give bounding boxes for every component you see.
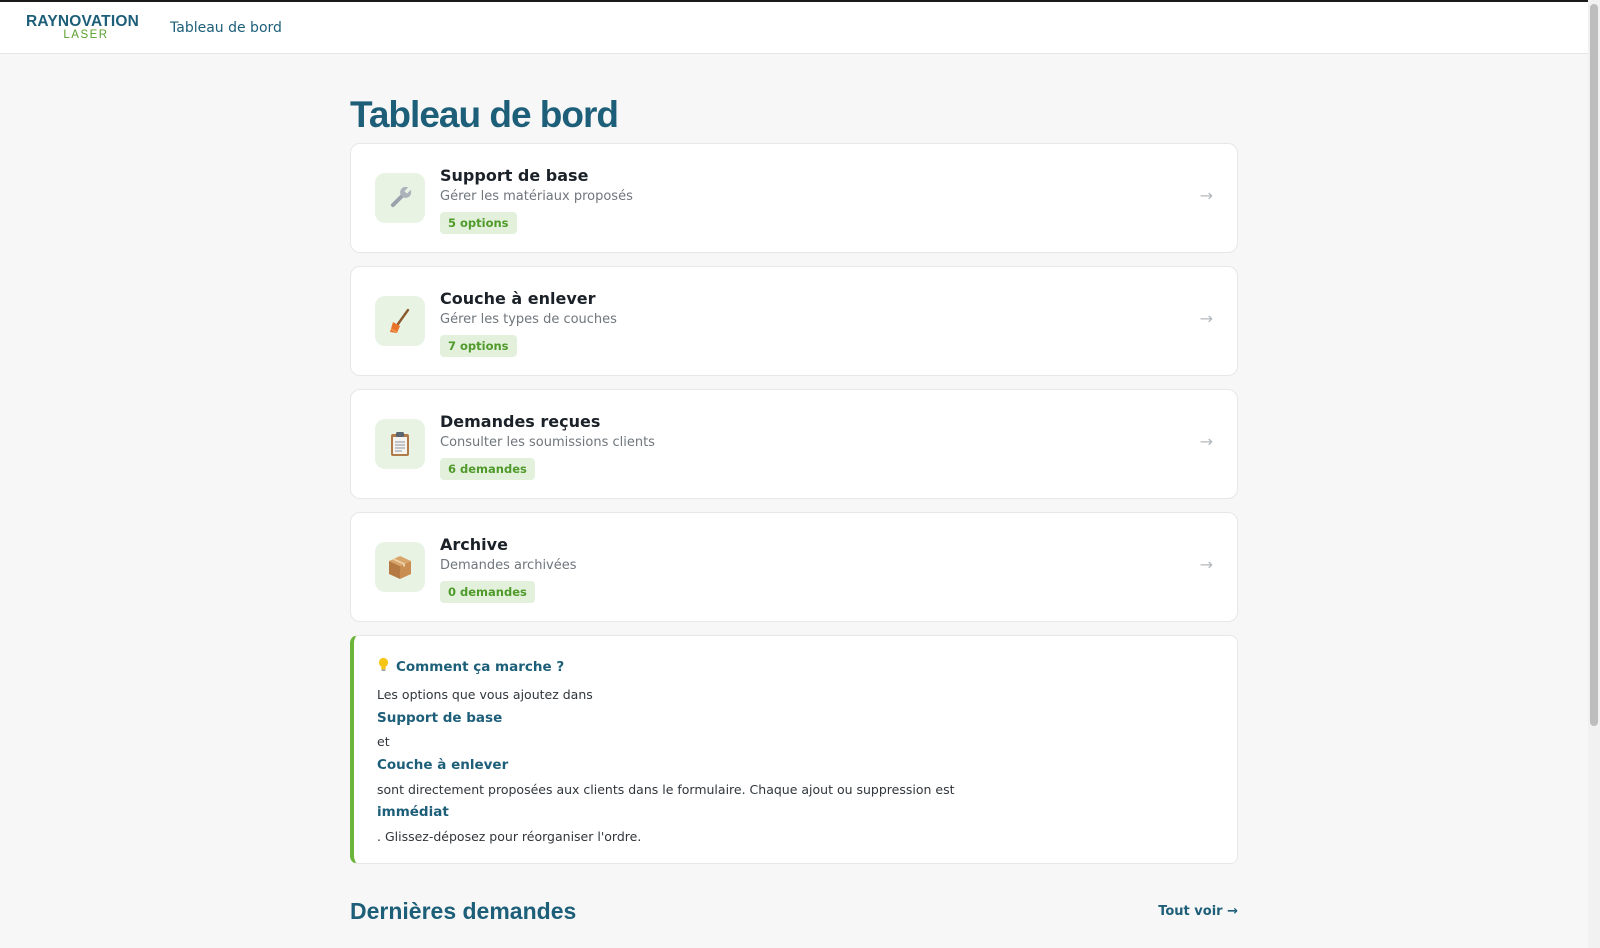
info-text: . Glissez-déposez pour réorganiser l'ord… (377, 829, 642, 845)
info-highlight: Support de base (377, 709, 503, 726)
page-scrollbar[interactable] (1588, 0, 1600, 948)
nav-link-dashboard[interactable]: Tableau de bord (170, 20, 282, 36)
count-badge: 6 demandes (440, 458, 535, 480)
card-subtitle: Gérer les matériaux proposés (440, 189, 633, 204)
card-title: Demandes reçues (440, 412, 601, 431)
card-support-de-base[interactable]: Support de base Gérer les matériaux prop… (350, 143, 1238, 253)
info-highlight: immédiat (377, 804, 449, 821)
info-body: Les options que vous ajoutez dans Suppor… (377, 683, 1177, 849)
card-title: Archive (440, 535, 508, 554)
card-demandes-recues[interactable]: Demandes reçues Consulter les soumission… (350, 389, 1238, 499)
info-header: Comment ça marche ? (377, 657, 564, 676)
card-archive[interactable]: Archive Demandes archivées 0 demandes → (350, 512, 1238, 622)
how-it-works-panel: Comment ça marche ? Les options que vous… (350, 635, 1238, 864)
clipboard-icon (375, 419, 425, 469)
card-couche-a-enlever[interactable]: Couche à enlever Gérer les types de couc… (350, 266, 1238, 376)
arrow-right-icon: → (1199, 555, 1213, 574)
arrow-right-icon: → (1199, 186, 1213, 205)
info-title: Comment ça marche ? (396, 658, 565, 675)
wrench-icon (375, 173, 425, 223)
recent-requests-header: Dernières demandes Tout voir → (350, 898, 1238, 925)
card-subtitle: Demandes archivées (440, 558, 577, 573)
raynovation-logo[interactable]: RAYNOVATION LASER (26, 14, 146, 41)
logo-wordmark: RAYNOVATION (26, 13, 140, 30)
scrollbar-thumb[interactable] (1590, 4, 1598, 726)
arrow-right-icon: → (1199, 432, 1213, 451)
card-subtitle: Consulter les soumissions clients (440, 435, 655, 450)
section-title: Dernières demandes (350, 898, 577, 924)
card-subtitle: Gérer les types de couches (440, 312, 617, 327)
top-navigation-bar: RAYNOVATION LASER Tableau de bord (0, 0, 1588, 54)
info-highlight: Couche à enlever (377, 757, 509, 774)
info-text: sont directement proposées aux clients d… (377, 781, 955, 797)
see-all-link[interactable]: Tout voir → (1158, 904, 1238, 919)
card-title: Couche à enlever (440, 289, 596, 308)
arrow-right-icon: → (1199, 309, 1213, 328)
page-title: Tableau de bord (350, 94, 619, 135)
count-badge: 5 options (440, 212, 517, 234)
count-badge: 0 demandes (440, 581, 535, 603)
info-text: Les options que vous ajoutez dans (377, 687, 593, 702)
logo-subtitle: LASER (63, 28, 109, 41)
package-icon (375, 542, 425, 592)
lightbulb-icon (377, 657, 390, 676)
main-content: Tableau de bord Support de base Gérer le… (350, 54, 1238, 925)
count-badge: 7 options (440, 335, 517, 357)
dashboard-cards: Support de base Gérer les matériaux prop… (350, 143, 1238, 622)
card-title: Support de base (440, 166, 589, 185)
info-text: et (377, 734, 390, 750)
broom-icon (375, 296, 425, 346)
